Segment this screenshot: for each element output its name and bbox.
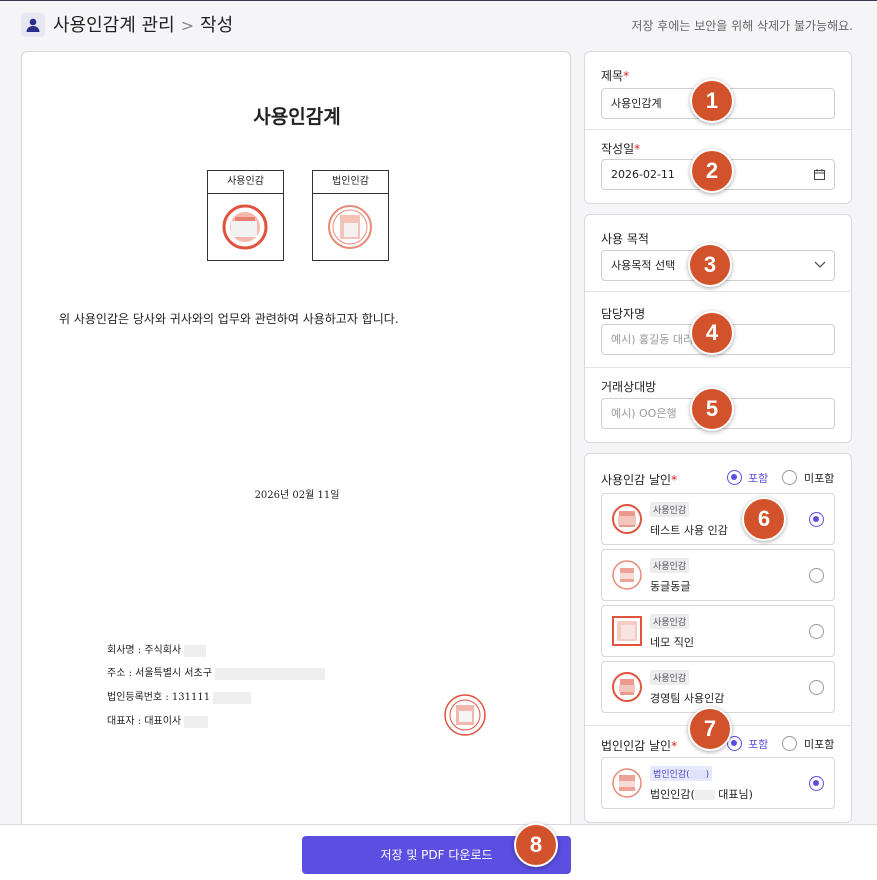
corporate-seal-option-1[interactable]: 법인인감() 법인인감( 대표님) [601, 757, 835, 809]
seal-tag: 사용인감 [650, 670, 690, 685]
seal-box-usage: 사용인감 [207, 170, 284, 261]
seal-option-2[interactable]: 사용인감 동글동글 [601, 549, 835, 601]
usage-exclude-label[interactable]: 미포함 [804, 470, 834, 486]
seal-tag: 사용인감 [650, 502, 690, 517]
step-badge: 2 [690, 149, 734, 193]
step-badge: 7 [688, 707, 732, 751]
page-title: 사용인감계 관리 > 작성 [53, 11, 233, 37]
seal-option-3-radio[interactable] [809, 624, 824, 639]
manager-label: 담당자명 [601, 307, 646, 321]
divider [585, 291, 851, 292]
seal-option-1[interactable]: 사용인감 테스트 사용 인감 [601, 493, 835, 545]
seal-box-corporate-label: 법인인감 [313, 171, 388, 194]
step-badge: 1 [690, 79, 734, 123]
corporate-seal-option-1-radio[interactable] [809, 776, 824, 791]
usage-exclude-radio[interactable] [782, 470, 797, 485]
seal-name: 법인인감( 대표님) [650, 788, 753, 801]
company-name-line: 회사명 : 주식회사 [107, 641, 207, 657]
registration-number-line: 법인등록번호 : 131111 [107, 688, 252, 704]
usage-seal-label: 사용인감 날인* [601, 473, 678, 487]
ceo-line: 대표자 : 대표이사 [107, 712, 209, 728]
step-badge: 8 [514, 823, 558, 867]
date-label: 작성일* [601, 142, 641, 156]
step-badge: 5 [690, 387, 734, 431]
corporate-exclude-radio[interactable] [782, 736, 797, 751]
page-header: 사용인감계 관리 > 작성 저장 후에는 보안을 위해 삭제가 불가능해요. [0, 1, 877, 47]
seal-thumbnail [612, 616, 642, 646]
document-preview: 사용인감계 사용인감 법인인감 위 사용인감은 당사와 귀사와의 업무와 관련하… [21, 51, 571, 841]
seal-option-2-radio[interactable] [809, 568, 824, 583]
corporate-exclude-label[interactable]: 미포함 [804, 736, 834, 752]
seal-thumbnail [612, 504, 642, 534]
seal-option-4[interactable]: 사용인감 경영팀 사용인감 [601, 661, 835, 713]
corporate-seal-image [328, 205, 372, 249]
corporate-include-label[interactable]: 포함 [748, 736, 768, 752]
document-title: 사용인감계 [253, 106, 341, 128]
calendar-icon[interactable] [814, 169, 825, 180]
step-badge: 6 [742, 497, 786, 541]
usage-include-radio[interactable] [727, 470, 742, 485]
step-badge: 3 [688, 243, 732, 287]
counterparty-label: 거래상대방 [601, 380, 657, 394]
step-badge: 4 [690, 311, 734, 355]
seal-option-3[interactable]: 사용인감 네모 직인 [601, 605, 835, 657]
seal-thumbnail [612, 560, 642, 590]
seal-tag: 사용인감 [650, 614, 690, 629]
user-icon [21, 13, 45, 37]
corporate-seal-label: 법인인감 날인* [601, 739, 678, 753]
seal-option-4-radio[interactable] [809, 680, 824, 695]
breadcrumb-separator: > [180, 16, 195, 35]
seal-name: 테스트 사용 인감 [650, 524, 728, 537]
seal-tag: 사용인감 [650, 558, 690, 573]
seal-box-usage-label: 사용인감 [208, 171, 283, 194]
chevron-down-icon [814, 261, 826, 268]
purpose-statement: 위 사용인감은 당사와 귀사와의 업무와 관련하여 사용하고자 합니다. [59, 312, 399, 326]
usage-include-label[interactable]: 포함 [748, 470, 768, 486]
breadcrumb-current: 작성 [200, 15, 234, 36]
divider [585, 367, 851, 368]
seal-tag: 법인인감() [650, 766, 713, 781]
seal-card: 사용인감 날인* 포함 미포함 사용인감 테스트 사용 인감 사용인감 동글동글… [584, 453, 852, 823]
seal-thumbnail [612, 768, 642, 798]
purpose-label: 사용 목적 [601, 232, 649, 246]
seal-option-1-radio[interactable] [809, 512, 824, 527]
seal-box-corporate: 법인인감 [312, 170, 389, 261]
seal-name: 경영팀 사용인감 [650, 692, 725, 705]
document-date: 2026년 02월 11일 [254, 490, 340, 501]
seal-name: 네모 직인 [650, 636, 694, 649]
breadcrumb-root[interactable]: 사용인감계 관리 [53, 15, 175, 36]
usage-seal-image [222, 204, 268, 250]
title-label: 제목* [601, 69, 630, 83]
corporate-seal-stamp [444, 694, 486, 736]
divider [585, 129, 851, 130]
address-line: 주소 : 서울특별시 서초구 [107, 664, 326, 680]
footer-bar: 저장 및 PDF 다운로드 [0, 824, 877, 880]
notice-text: 저장 후에는 보안을 위해 삭제가 불가능해요. [631, 19, 853, 33]
seal-name: 동글동글 [650, 580, 691, 593]
seal-thumbnail [612, 672, 642, 702]
